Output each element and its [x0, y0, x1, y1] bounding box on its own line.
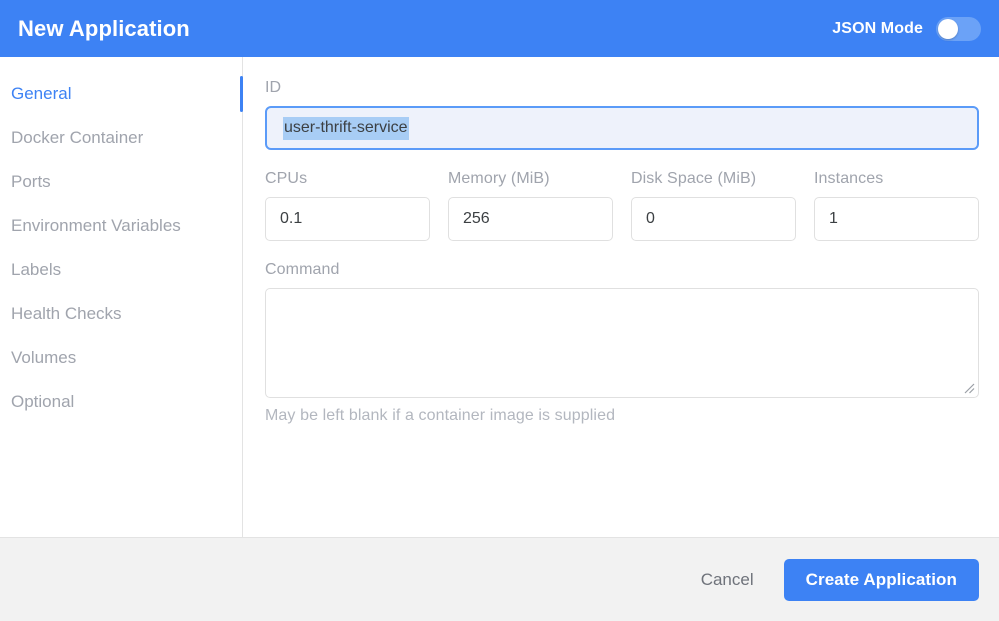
- memory-label: Memory (MiB): [448, 170, 550, 187]
- cpus-label: CPUs: [265, 170, 308, 187]
- sidebar-item-label: Docker Container: [11, 128, 144, 147]
- sidebar-item-optional[interactable]: Optional: [0, 380, 242, 424]
- sidebar-item-volumes[interactable]: Volumes: [0, 336, 242, 380]
- dialog-footer: Cancel Create Application: [0, 537, 999, 621]
- command-field-group: Command May be left blank if a container…: [265, 261, 979, 425]
- id-input-value: user-thrift-service: [283, 116, 409, 140]
- dialog-header: New Application JSON Mode: [0, 0, 999, 57]
- disk-space-label: Disk Space (MiB): [631, 170, 757, 187]
- sidebar-item-label: General: [11, 84, 72, 103]
- sidebar-item-labels[interactable]: Labels: [0, 248, 242, 292]
- id-field-group: ID user-thrift-service: [265, 79, 979, 150]
- sidebar-item-label: Environment Variables: [11, 216, 181, 235]
- create-application-button[interactable]: Create Application: [783, 558, 979, 601]
- sidebar-item-label: Volumes: [11, 348, 77, 367]
- sidebar-item-docker-container[interactable]: Docker Container: [0, 116, 242, 160]
- general-form-panel: ID user-thrift-service CPUs Memory (MiB)…: [243, 57, 999, 537]
- memory-input[interactable]: [448, 197, 613, 241]
- instances-field-group: Instances: [814, 170, 979, 241]
- sidebar-item-environment-variables[interactable]: Environment Variables: [0, 204, 242, 248]
- instances-label: Instances: [814, 170, 884, 187]
- sidebar-item-general[interactable]: General: [0, 72, 243, 116]
- disk-space-input[interactable]: [631, 197, 796, 241]
- command-textarea-wrap: [265, 288, 979, 398]
- id-label: ID: [265, 79, 282, 96]
- id-input[interactable]: user-thrift-service: [265, 106, 979, 150]
- command-textarea[interactable]: [266, 289, 978, 397]
- resources-row: CPUs Memory (MiB) Disk Space (MiB) Insta…: [265, 170, 979, 241]
- json-mode-label: JSON Mode: [832, 19, 923, 37]
- cpus-input[interactable]: [265, 197, 430, 241]
- section-sidebar: General Docker Container Ports Environme…: [0, 57, 243, 537]
- sidebar-item-health-checks[interactable]: Health Checks: [0, 292, 242, 336]
- sidebar-item-label: Labels: [11, 260, 62, 279]
- sidebar-item-label: Health Checks: [11, 304, 122, 323]
- sidebar-item-label: Optional: [11, 392, 75, 411]
- toggle-knob-icon: [938, 18, 958, 39]
- cancel-button[interactable]: Cancel: [697, 564, 758, 596]
- header-actions: JSON Mode: [832, 16, 981, 41]
- dialog-body: General Docker Container Ports Environme…: [0, 57, 999, 537]
- sidebar-item-label: Ports: [11, 172, 51, 191]
- sidebar-item-ports[interactable]: Ports: [0, 160, 242, 204]
- disk-space-field-group: Disk Space (MiB): [631, 170, 796, 241]
- new-application-dialog: New Application JSON Mode General Docker…: [0, 0, 999, 621]
- instances-input[interactable]: [814, 197, 979, 241]
- dialog-title: New Application: [18, 15, 190, 41]
- command-label: Command: [265, 261, 340, 278]
- cpus-field-group: CPUs: [265, 170, 430, 241]
- json-mode-toggle[interactable]: [936, 16, 981, 41]
- command-helper-text: May be left blank if a container image i…: [265, 407, 616, 424]
- memory-field-group: Memory (MiB): [448, 170, 613, 241]
